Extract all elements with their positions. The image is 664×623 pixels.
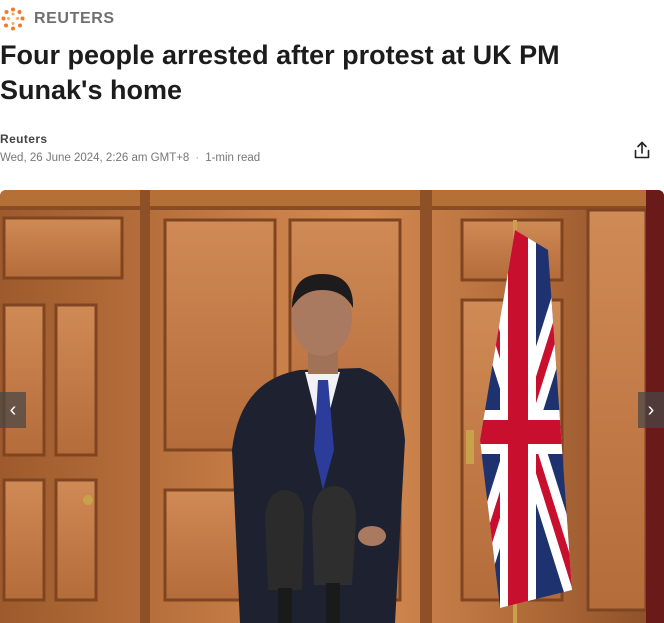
read-time: 1-min read — [205, 152, 261, 164]
article-author[interactable]: Reuters — [0, 132, 47, 146]
share-icon — [632, 140, 652, 165]
article-title: Four people arrested after protest at UK… — [0, 40, 560, 105]
chevron-right-icon: › — [647, 398, 655, 421]
gallery-prev-button[interactable]: ‹ — [0, 392, 26, 428]
gallery-next-button[interactable]: › — [638, 392, 664, 428]
chevron-left-icon: ‹ — [9, 398, 17, 421]
reuters-logo-icon — [0, 7, 26, 31]
share-button[interactable] — [630, 140, 654, 164]
publisher-header[interactable]: REUTERS — [0, 7, 115, 31]
meta-separator: · — [195, 152, 200, 164]
article-photo — [0, 190, 664, 623]
publisher-name: REUTERS — [34, 10, 115, 27]
article-meta: Wed, 26 June 2024, 2:26 am GMT+8 · 1-min r… — [0, 152, 260, 164]
publish-date: Wed, 26 June 2024, 2:26 am GMT+8 — [0, 152, 190, 164]
